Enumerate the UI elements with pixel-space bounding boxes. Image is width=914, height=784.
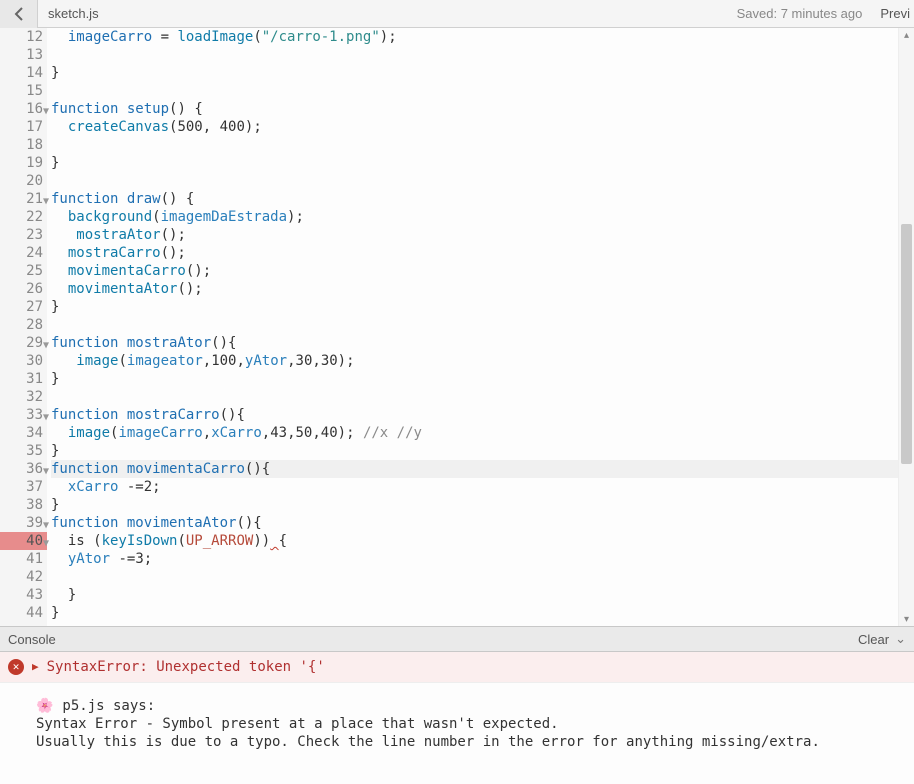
chevron-down-icon[interactable]: ⌄ [895, 631, 906, 647]
code-line[interactable]: mostraCarro(); [51, 244, 914, 262]
error-message: SyntaxError: Unexpected token '{' [47, 658, 325, 676]
p5-says-label: p5.js says: [54, 698, 155, 714]
code-area[interactable]: imageCarro = loadImage("/carro-1.png");}… [47, 28, 914, 626]
line-number: 36▼ [0, 460, 47, 478]
chevron-left-icon [14, 7, 24, 21]
line-number: 12 [0, 28, 47, 46]
line-number: 41 [0, 550, 47, 568]
code-line[interactable] [51, 172, 914, 190]
line-number: 44 [0, 604, 47, 622]
code-line[interactable]: createCanvas(500, 400); [51, 118, 914, 136]
code-line[interactable] [51, 82, 914, 100]
code-line[interactable]: function mostraAtor(){ [51, 334, 914, 352]
line-number: 25 [0, 262, 47, 280]
syntax-error-detail-2: Usually this is due to a typo. Check the… [36, 734, 820, 750]
code-line[interactable]: } [51, 604, 914, 622]
line-number: 43 [0, 586, 47, 604]
code-line[interactable]: image(imageCarro,xCarro,43,50,40); //x /… [51, 424, 914, 442]
line-number: 40▼ [0, 532, 47, 550]
code-line[interactable]: is (keyIsDown(UP_ARROW)) { [51, 532, 914, 550]
line-number: 34 [0, 424, 47, 442]
code-line[interactable]: movimentaCarro(); [51, 262, 914, 280]
line-number: 38 [0, 496, 47, 514]
scroll-track[interactable] [899, 42, 914, 612]
line-number: 16▼ [0, 100, 47, 118]
console-title: Console [8, 632, 56, 647]
code-line[interactable]: image(imageator,100,yAtor,30,30); [51, 352, 914, 370]
clear-console-button[interactable]: Clear [858, 632, 889, 647]
line-number: 27 [0, 298, 47, 316]
code-line[interactable]: function mostraCarro(){ [51, 406, 914, 424]
line-number: 37 [0, 478, 47, 496]
line-number: 22 [0, 208, 47, 226]
saved-status: Saved: 7 minutes ago [737, 6, 881, 21]
line-number: 32 [0, 388, 47, 406]
code-line[interactable]: } [51, 586, 914, 604]
code-line[interactable] [51, 136, 914, 154]
file-name[interactable]: sketch.js [38, 6, 109, 21]
code-line[interactable]: function movimentaCarro(){ [51, 460, 914, 478]
line-number: 21▼ [0, 190, 47, 208]
console-message: 🌸 p5.js says: Syntax Error - Symbol pres… [0, 683, 914, 755]
line-number: 35 [0, 442, 47, 460]
line-number: 19 [0, 154, 47, 172]
line-number: 39▼ [0, 514, 47, 532]
line-number: 30 [0, 352, 47, 370]
disclosure-icon[interactable]: ▶ [32, 658, 39, 676]
line-number: 28 [0, 316, 47, 334]
code-line[interactable]: function draw() { [51, 190, 914, 208]
line-number: 23 [0, 226, 47, 244]
line-number: 33▼ [0, 406, 47, 424]
code-line[interactable] [51, 316, 914, 334]
line-number-gutter: 1213141516▼1718192021▼2223242526272829▼3… [0, 28, 47, 626]
console-error-row[interactable]: ✕ ▶ SyntaxError: Unexpected token '{' [0, 652, 914, 683]
back-button[interactable] [0, 0, 38, 28]
code-line[interactable]: background(imagemDaEstrada); [51, 208, 914, 226]
line-number: 17 [0, 118, 47, 136]
line-number: 42 [0, 568, 47, 586]
code-line[interactable]: } [51, 64, 914, 82]
line-number: 26 [0, 280, 47, 298]
code-line[interactable]: imageCarro = loadImage("/carro-1.png"); [51, 28, 914, 46]
scroll-down-icon[interactable]: ▾ [899, 612, 914, 626]
console-body[interactable]: ✕ ▶ SyntaxError: Unexpected token '{' 🌸 … [0, 652, 914, 784]
line-number: 18 [0, 136, 47, 154]
code-line[interactable]: yAtor -=3; [51, 550, 914, 568]
code-line[interactable]: } [51, 496, 914, 514]
line-number: 14 [0, 64, 47, 82]
code-line[interactable]: movimentaAtor(); [51, 280, 914, 298]
preview-label[interactable]: Previ [880, 6, 914, 21]
code-line[interactable] [51, 568, 914, 586]
code-line[interactable]: function movimentaAtor(){ [51, 514, 914, 532]
code-line[interactable]: } [51, 370, 914, 388]
line-number: 24 [0, 244, 47, 262]
code-editor[interactable]: 1213141516▼1718192021▼2223242526272829▼3… [0, 28, 914, 626]
scroll-up-icon[interactable]: ▴ [899, 28, 914, 42]
code-line[interactable] [51, 46, 914, 64]
flower-icon: 🌸 [36, 697, 54, 715]
code-line[interactable]: mostraAtor(); [51, 226, 914, 244]
code-line[interactable]: } [51, 442, 914, 460]
console-header: Console Clear ⌄ [0, 626, 914, 652]
code-line[interactable]: xCarro -=2; [51, 478, 914, 496]
editor-topbar: sketch.js Saved: 7 minutes ago Previ [0, 0, 914, 28]
line-number: 29▼ [0, 334, 47, 352]
line-number: 20 [0, 172, 47, 190]
error-icon: ✕ [8, 659, 24, 675]
vertical-scrollbar[interactable]: ▴ ▾ [898, 28, 914, 626]
code-line[interactable]: function setup() { [51, 100, 914, 118]
scroll-thumb[interactable] [901, 224, 912, 464]
line-number: 15 [0, 82, 47, 100]
syntax-error-detail-1: Syntax Error - Symbol present at a place… [36, 716, 559, 732]
code-line[interactable] [51, 388, 914, 406]
line-number: 13 [0, 46, 47, 64]
line-number: 31 [0, 370, 47, 388]
code-line[interactable]: } [51, 298, 914, 316]
code-line[interactable]: } [51, 154, 914, 172]
